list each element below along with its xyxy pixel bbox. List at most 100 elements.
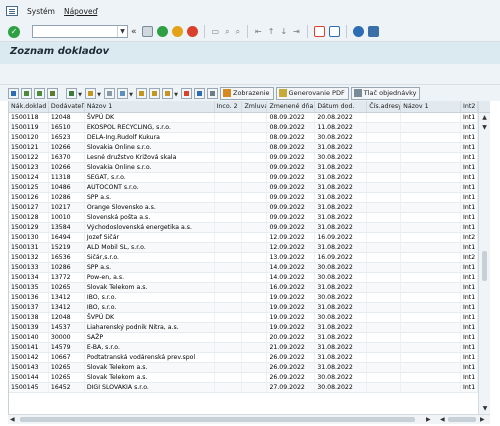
table-cell[interactable]: ŠVPÚ DK bbox=[85, 113, 215, 122]
table-cell[interactable] bbox=[367, 113, 402, 122]
table-cell[interactable] bbox=[401, 133, 462, 142]
scroll-down-icon[interactable]: ▼ bbox=[479, 123, 490, 133]
table-cell[interactable] bbox=[367, 213, 402, 222]
table-cell[interactable] bbox=[215, 123, 243, 132]
graphic-icon[interactable] bbox=[181, 87, 192, 99]
table-cell[interactable] bbox=[242, 373, 268, 382]
table-cell[interactable]: 10217 bbox=[49, 203, 85, 212]
table-cell[interactable] bbox=[367, 263, 402, 272]
table-cell[interactable]: Int1 bbox=[461, 373, 478, 382]
table-cell[interactable]: 1500119 bbox=[9, 123, 49, 132]
table-cell[interactable] bbox=[215, 273, 243, 282]
table-cell[interactable]: DIGI SLOVAKIA s.r.o. bbox=[85, 383, 215, 392]
table-cell[interactable] bbox=[215, 353, 243, 362]
table-cell[interactable]: Slovak Telekom a.s. bbox=[85, 373, 215, 382]
table-row[interactable]: 1500128 10010 Slovenská pošta a.s. 09.09.20… bbox=[9, 213, 478, 223]
table-cell[interactable] bbox=[401, 373, 462, 382]
table-row[interactable]: 1500137 13412 IBO, s.r.o. 19.09.2022 31.08.2… bbox=[9, 303, 478, 313]
table-cell[interactable]: 30.08.2022 bbox=[315, 263, 368, 272]
table-cell[interactable] bbox=[215, 323, 243, 332]
table-cell[interactable]: Int1 bbox=[461, 273, 478, 282]
table-cell[interactable] bbox=[401, 363, 462, 372]
table-cell[interactable]: 16.09.2022 bbox=[315, 233, 368, 242]
table-cell[interactable]: 10486 bbox=[49, 183, 85, 192]
table-cell[interactable]: 10286 bbox=[49, 193, 85, 202]
table-cell[interactable]: 09.09.2022 bbox=[267, 153, 316, 162]
table-cell[interactable]: 30.08.2022 bbox=[315, 153, 368, 162]
help-icon[interactable] bbox=[352, 26, 364, 37]
table-cell[interactable]: 12048 bbox=[49, 313, 85, 322]
table-cell[interactable]: Int1 bbox=[461, 153, 478, 162]
table-cell[interactable]: Int1 bbox=[461, 363, 478, 372]
table-cell[interactable] bbox=[242, 313, 268, 322]
customize-icon[interactable] bbox=[367, 26, 379, 37]
table-cell[interactable]: 09.09.2022 bbox=[267, 163, 316, 172]
table-cell[interactable]: 09.09.2022 bbox=[267, 173, 316, 182]
table-cell[interactable]: 26.09.2022 bbox=[267, 373, 316, 382]
table-cell[interactable] bbox=[367, 283, 402, 292]
table-row[interactable]: 1500131 15219 ALD Mobil SL, s.r.o. 12.09.20… bbox=[9, 243, 478, 253]
find-next-icon[interactable]: ⌕ bbox=[236, 27, 240, 37]
table-cell[interactable]: Int2 bbox=[461, 233, 478, 242]
print-preview-icon[interactable] bbox=[104, 87, 115, 99]
table-row[interactable]: 1500125 10486 AUTOCONT s.r.o. 09.09.2022 31.… bbox=[9, 183, 478, 193]
table-cell[interactable] bbox=[242, 173, 268, 182]
table-cell[interactable]: 16.09.2022 bbox=[267, 283, 316, 292]
table-cell[interactable] bbox=[401, 283, 462, 292]
table-cell[interactable] bbox=[242, 153, 268, 162]
menu-help[interactable]: Nápoveď bbox=[64, 7, 97, 16]
table-cell[interactable] bbox=[367, 333, 402, 342]
table-cell[interactable]: Int1 bbox=[461, 353, 478, 362]
table-cell[interactable]: 31.08.2022 bbox=[315, 363, 368, 372]
table-row[interactable]: 1500122 16370 Lesné družstvo Križová skala… bbox=[9, 153, 478, 163]
table-cell[interactable]: Int1 bbox=[461, 213, 478, 222]
scroll-left-icon[interactable]: ◀ bbox=[440, 415, 445, 424]
table-cell[interactable]: 20.08.2022 bbox=[315, 113, 368, 122]
table-cell[interactable]: 1500137 bbox=[9, 303, 49, 312]
shortcut-icon[interactable] bbox=[328, 26, 340, 37]
table-cell[interactable]: Slovakia Online s.r.o. bbox=[85, 143, 215, 152]
table-cell[interactable]: 14.09.2022 bbox=[267, 263, 316, 272]
table-cell[interactable]: 14.09.2022 bbox=[267, 273, 316, 282]
table-cell[interactable] bbox=[215, 183, 243, 192]
table-cell[interactable]: 1500143 bbox=[9, 363, 49, 372]
table-row[interactable]: 1500143 10265 Slovak Telekom a.s. 26.09.202… bbox=[9, 363, 478, 373]
table-row[interactable]: 1500138 12048 ŠVPÚ DK 19.09.2022 30.08.2022 I… bbox=[9, 313, 478, 323]
table-cell[interactable]: SPP a.s. bbox=[85, 263, 215, 272]
table-cell[interactable] bbox=[367, 383, 402, 392]
info-icon[interactable] bbox=[194, 87, 205, 99]
table-cell[interactable]: 30.08.2022 bbox=[315, 383, 368, 392]
table-cell[interactable]: 1500140 bbox=[9, 333, 49, 342]
table-cell[interactable]: 31.08.2022 bbox=[315, 203, 368, 212]
horizontal-scrollbar[interactable]: ◀ ▶ ◀ ▶ bbox=[8, 414, 490, 424]
table-cell[interactable] bbox=[367, 133, 402, 142]
table-cell[interactable]: 08.09.2022 bbox=[267, 123, 316, 132]
table-cell[interactable] bbox=[401, 123, 462, 132]
table-row[interactable]: 1500118 12048 ŠVPÚ DK 08.09.2022 20.08.2022 I… bbox=[9, 113, 478, 123]
table-cell[interactable] bbox=[242, 163, 268, 172]
table-cell[interactable]: 14537 bbox=[49, 323, 85, 332]
table-cell[interactable] bbox=[242, 353, 268, 362]
table-cell[interactable]: 31.08.2022 bbox=[315, 223, 368, 232]
table-cell[interactable]: 1500145 bbox=[9, 383, 49, 392]
enter-icon[interactable]: ✓ bbox=[8, 25, 20, 38]
table-cell[interactable]: 1500130 bbox=[9, 233, 49, 242]
table-cell[interactable]: Int1 bbox=[461, 203, 478, 212]
table-cell[interactable]: 13.09.2022 bbox=[267, 253, 316, 262]
table-cell[interactable]: 31.08.2022 bbox=[315, 243, 368, 252]
table-cell[interactable]: 1500121 bbox=[9, 143, 49, 152]
table-cell[interactable] bbox=[242, 333, 268, 342]
table-cell[interactable]: Int1 bbox=[461, 283, 478, 292]
table-cell[interactable]: 10010 bbox=[49, 213, 85, 222]
table-cell[interactable]: Slovakia Online s.r.o. bbox=[85, 163, 215, 172]
table-cell[interactable] bbox=[401, 313, 462, 322]
table-cell[interactable] bbox=[215, 113, 243, 122]
table-cell[interactable] bbox=[215, 303, 243, 312]
table-cell[interactable]: 09.09.2022 bbox=[267, 183, 316, 192]
table-row[interactable]: 1500132 16536 Sičár,s.r.o. 13.09.2022 16.09.… bbox=[9, 253, 478, 263]
table-cell[interactable] bbox=[242, 193, 268, 202]
details-icon[interactable] bbox=[8, 87, 19, 99]
table-cell[interactable]: 30000 bbox=[49, 333, 85, 342]
table-cell[interactable]: 1500144 bbox=[9, 373, 49, 382]
table-cell[interactable]: 10266 bbox=[49, 163, 85, 172]
